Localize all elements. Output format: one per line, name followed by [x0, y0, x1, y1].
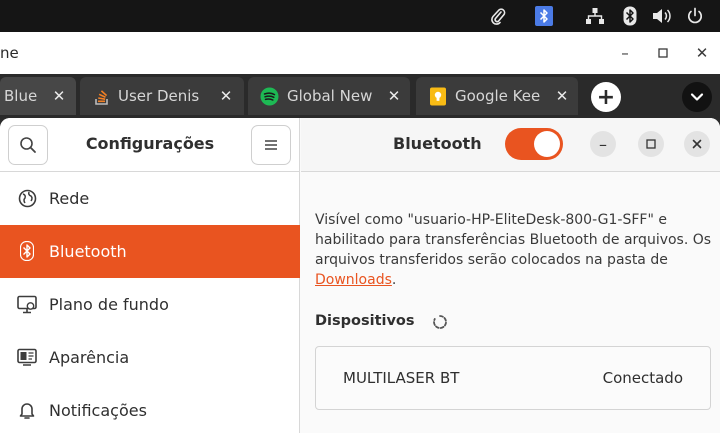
bluetooth-indicator-badge: [535, 6, 553, 26]
device-row[interactable]: MULTILASER BT Conectado: [315, 346, 711, 410]
hamburger-icon: [265, 140, 277, 150]
tab-label: User Denis: [118, 87, 200, 105]
window-close-button[interactable]: [684, 131, 710, 157]
sidebar-item-bluetooth[interactable]: Bluetooth: [0, 225, 300, 278]
tab-user-denis[interactable]: User Denis ✕: [80, 77, 244, 115]
volume-icon[interactable]: [651, 5, 673, 27]
sidebar-title: Configurações: [85, 134, 215, 153]
appearance-icon: [17, 347, 37, 367]
maximize-icon: [646, 139, 656, 149]
visibility-description: Visível como "usuario-HP-EliteDesk-800-G…: [315, 210, 715, 290]
sidebar-item-label: Notificações: [49, 401, 147, 420]
paperclip-icon[interactable]: [487, 5, 509, 27]
sidebar-item-plano-de-fundo[interactable]: Plano de fundo: [0, 278, 300, 331]
sidebar-item-label: Aparência: [49, 348, 130, 367]
bluetooth-panel: Bluetooth – Visível como "usuario-HP-Eli…: [301, 118, 720, 433]
tab-close-button[interactable]: ✕: [385, 86, 403, 106]
sidebar-item-aparencia[interactable]: Aparência: [0, 331, 300, 384]
bluetooth-toggle[interactable]: [505, 128, 563, 160]
tab-label: Google Kee: [455, 87, 541, 105]
description-text: Visível como "usuario-HP-EliteDesk-800-G…: [315, 212, 712, 268]
window-maximize-button[interactable]: [638, 131, 664, 157]
window-title: ne: [0, 44, 19, 62]
page-title: Bluetooth: [393, 134, 482, 153]
device-name: MULTILASER BT: [343, 369, 460, 387]
monitor-icon: [17, 294, 37, 314]
tab-strip: Blue ✕ User Denis ✕ Global New ✕ Google …: [0, 74, 720, 118]
google-keep-icon: [428, 87, 447, 106]
sidebar-item-label: Rede: [49, 189, 90, 208]
sidebar-header: Configurações: [0, 118, 300, 172]
tab-bluetooth[interactable]: Blue ✕: [0, 77, 76, 115]
tab-close-button[interactable]: ✕: [217, 86, 235, 106]
globe-icon: [17, 188, 37, 208]
close-icon: [692, 139, 702, 149]
system-top-bar: [0, 0, 720, 32]
screen: ne – ✕ Blue ✕ User Denis ✕ Global New ✕: [0, 0, 720, 433]
browser-title-bar: ne – ✕: [0, 32, 720, 74]
window-minimize-button[interactable]: –: [590, 131, 616, 157]
sidebar-item-rede[interactable]: Rede: [0, 172, 300, 225]
tab-label: Global New: [287, 87, 373, 105]
toggle-knob: [534, 131, 560, 157]
power-icon[interactable]: [684, 5, 706, 27]
device-status: Conectado: [602, 369, 683, 387]
browser-minimize-button[interactable]: –: [613, 42, 637, 64]
bluetooth-indicator-icon[interactable]: [534, 5, 554, 27]
settings-sidebar: Configurações Rede Bluetooth Plano de fu…: [0, 118, 300, 433]
stackoverflow-icon: [92, 87, 111, 106]
tab-global-news[interactable]: Global New ✕: [248, 77, 410, 115]
search-button[interactable]: [8, 125, 48, 165]
menu-button[interactable]: [251, 125, 291, 165]
settings-window: Configurações Rede Bluetooth Plano de fu…: [0, 118, 720, 433]
bluetooth-icon: [17, 241, 37, 261]
chevron-down-icon: [690, 93, 704, 101]
browser-close-button[interactable]: ✕: [690, 42, 714, 64]
downloads-link[interactable]: Downloads: [315, 272, 392, 288]
search-icon: [20, 137, 36, 153]
devices-section-title: Dispositivos: [315, 313, 415, 329]
sidebar-item-label: Bluetooth: [49, 242, 127, 261]
tab-google-keep[interactable]: Google Kee ✕: [416, 77, 578, 115]
tab-close-button[interactable]: ✕: [50, 86, 68, 106]
refresh-spinner-icon: [432, 314, 448, 330]
new-tab-button[interactable]: +: [591, 82, 621, 112]
bluetooth-icon[interactable]: [620, 5, 640, 27]
spotify-icon: [260, 87, 279, 106]
tab-list-button[interactable]: [682, 82, 712, 112]
tab-label: Blue: [4, 87, 38, 105]
browser-maximize-button[interactable]: [651, 42, 675, 64]
maximize-icon: [658, 48, 668, 58]
bell-icon: [17, 400, 37, 420]
panel-header: Bluetooth –: [301, 118, 720, 172]
description-end: .: [391, 272, 397, 288]
network-icon[interactable]: [584, 5, 606, 27]
sidebar-item-label: Plano de fundo: [49, 295, 169, 314]
tab-close-button[interactable]: ✕: [553, 86, 571, 106]
sidebar-item-notificacoes[interactable]: Notificações: [0, 384, 300, 433]
